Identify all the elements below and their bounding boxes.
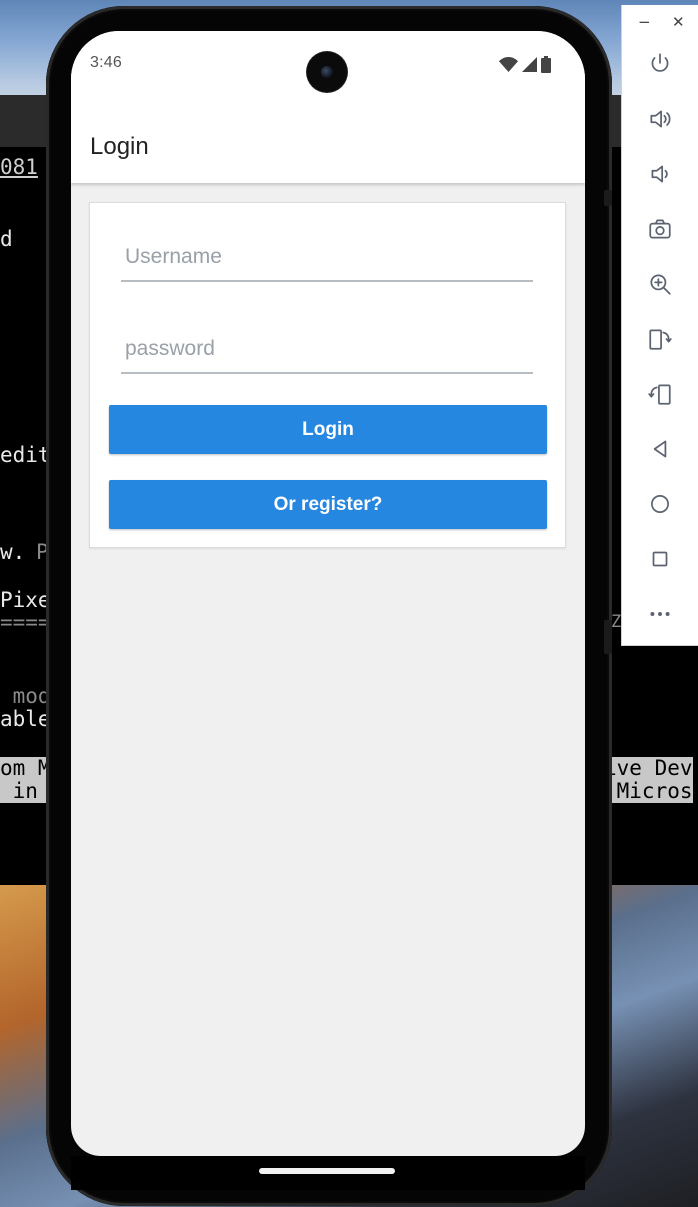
gesture-nav-bar — [71, 1156, 585, 1190]
rotate-right-icon — [648, 384, 671, 405]
status-bar: 3:46 — [71, 31, 585, 101]
terminal-text: Z — [611, 612, 622, 632]
terminal-text: 081 — [0, 155, 38, 179]
power-button[interactable] — [644, 48, 676, 80]
password-input[interactable] — [121, 326, 533, 374]
device-screen: 3:46 Login Login Or register? — [71, 31, 585, 1156]
terminal-text: d — [0, 227, 13, 251]
back-button[interactable] — [644, 433, 676, 465]
emulator-toolbar: − ✕ — [621, 5, 698, 646]
terminal-text: edit — [0, 443, 51, 467]
rotate-left-button[interactable] — [644, 323, 676, 355]
overview-button[interactable] — [644, 543, 676, 575]
volume-down-button[interactable] — [644, 158, 676, 190]
username-input[interactable] — [121, 234, 533, 282]
zoom-in-icon — [650, 274, 671, 295]
phone-side-button — [604, 620, 612, 654]
zoom-button[interactable] — [644, 268, 676, 300]
volume-up-button[interactable] — [644, 103, 676, 135]
terminal-text: w. — [0, 540, 38, 564]
close-button[interactable]: ✕ — [672, 13, 685, 31]
front-camera-icon — [307, 52, 347, 92]
overview-icon — [652, 551, 668, 567]
camera-icon — [649, 219, 671, 239]
cell-signal-icon — [522, 56, 537, 72]
terminal-status-text: in — [0, 779, 51, 803]
terminal-text: ==== — [0, 610, 51, 634]
rotate-left-icon — [649, 329, 672, 350]
terminal-text: Pixe — [0, 588, 51, 612]
terminal-status-text: ive Dev — [604, 756, 693, 780]
screenshot-button[interactable] — [644, 213, 676, 245]
login-button-label: Login — [302, 418, 354, 440]
volume-up-icon — [650, 110, 671, 128]
login-card: Login Or register? — [89, 202, 566, 548]
app-bar: Login — [71, 101, 585, 183]
back-icon — [653, 440, 667, 458]
status-icons — [499, 55, 551, 73]
more-button[interactable] — [644, 598, 676, 630]
rotate-right-button[interactable] — [644, 378, 676, 410]
register-button[interactable]: Or register? — [109, 480, 547, 529]
terminal-text: able — [0, 707, 51, 731]
terminal-text: mod — [0, 684, 51, 708]
page-title: Login — [90, 133, 149, 160]
terminal-status-text: Micros — [604, 779, 693, 803]
terminal-status-text: om M — [0, 756, 51, 780]
register-button-label: Or register? — [273, 493, 383, 515]
login-button[interactable]: Login — [109, 405, 547, 454]
power-icon — [651, 53, 669, 72]
home-button[interactable] — [644, 488, 676, 520]
toolbar-window-controls: − ✕ — [622, 13, 698, 33]
wifi-icon — [499, 56, 518, 72]
phone-side-button — [604, 190, 612, 206]
status-time: 3:46 — [90, 54, 122, 71]
home-gesture-handle[interactable] — [259, 1168, 395, 1174]
home-icon — [651, 495, 669, 513]
more-icon — [650, 612, 670, 616]
minimize-button[interactable]: − — [638, 13, 651, 31]
battery-icon — [541, 55, 551, 73]
volume-down-icon — [651, 165, 668, 183]
